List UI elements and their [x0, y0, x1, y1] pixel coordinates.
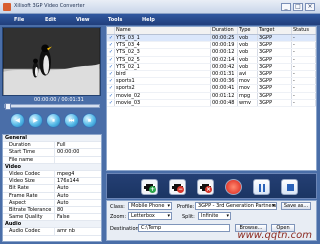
video-preview	[2, 27, 101, 96]
file-row[interactable]: ✓ YTS_02_5 00:02:14 vob 3GPP -	[107, 56, 316, 64]
application-window: Xilisoft 3GP Video Converter _ □ × File …	[0, 0, 320, 244]
stop-button[interactable]: ⏹	[82, 113, 97, 128]
menu-bar: File Edit View Tools Help	[0, 14, 320, 25]
checkbox-icon[interactable]: ✓	[107, 49, 115, 56]
menu-help[interactable]: Help	[142, 17, 155, 23]
split-label: Split:	[182, 214, 195, 220]
menu-file[interactable]: File	[14, 17, 24, 23]
property-row[interactable]: Start Time 00:00:00	[3, 149, 101, 157]
menu-edit[interactable]: Edit	[45, 17, 56, 23]
title-bar: Xilisoft 3GP Video Converter _ □ ×	[0, 0, 320, 14]
checkbox-icon[interactable]: ✓	[107, 70, 115, 78]
property-row[interactable]: Duration Full	[3, 142, 101, 150]
class-select[interactable]: Mobile Phone	[128, 202, 172, 210]
maximize-button[interactable]: □	[293, 3, 303, 11]
seek-slider-thumb[interactable]	[5, 103, 11, 110]
property-row[interactable]: Video Size 176x144	[3, 178, 101, 186]
property-row[interactable]: File name	[3, 156, 101, 164]
menu-view[interactable]: View	[76, 17, 90, 23]
conversion-toolbar: + − ×	[106, 173, 317, 199]
target-column[interactable]: Target	[258, 27, 292, 34]
file-row[interactable]: ✓ YTS_03_4 00:00:19 vob 3GPP -	[107, 42, 316, 50]
close-button[interactable]: ×	[305, 3, 315, 11]
previous-button[interactable]: ◀	[10, 113, 25, 128]
minimize-button[interactable]: _	[281, 3, 291, 11]
type-column[interactable]: Type	[238, 27, 258, 34]
seek-slider[interactable]	[4, 103, 100, 110]
add-icon: +	[149, 186, 156, 193]
property-row[interactable]: Aspect Auto	[3, 199, 101, 207]
split-select[interactable]: Infinite	[198, 212, 231, 220]
pause-conversion-button[interactable]	[253, 179, 270, 195]
app-icon	[3, 3, 11, 11]
property-row[interactable]: Audio Codec amr nb	[3, 228, 101, 236]
file-row[interactable]: ✓ YTS_02_1 00:00:42 vob 3GPP -	[107, 63, 316, 71]
clear-icon: ×	[205, 186, 212, 193]
site-watermark: www.qqtn.com	[237, 230, 312, 241]
play-button[interactable]: ▶	[28, 113, 43, 128]
duration-column[interactable]: Duration	[211, 27, 238, 34]
property-row[interactable]: Video Codec mpeg4	[3, 170, 101, 179]
penguins-image	[3, 28, 100, 95]
file-list-header: Name Duration Type Target Status	[107, 27, 316, 35]
property-row[interactable]: Bitrate Tolerance 80	[3, 206, 101, 215]
save-as-button[interactable]: Save as...	[281, 202, 311, 210]
remove-icon: −	[177, 186, 184, 193]
file-row[interactable]: ✓ movie_02 00:01:12 mpg 3GPP -	[107, 92, 316, 100]
property-row[interactable]: Bit Rate Auto	[3, 185, 101, 193]
file-row[interactable]: ✓ sports1 00:00:36 mov 3GPP -	[107, 78, 316, 86]
audio-section[interactable]: Audio	[3, 221, 101, 229]
destination-label: Destination:	[110, 226, 141, 232]
next-button[interactable]: ⏭	[64, 113, 79, 128]
playback-time: 00:00:00 / 00:01:31	[34, 97, 84, 103]
general-section[interactable]: General	[3, 135, 101, 143]
checkbox-icon[interactable]: ✓	[107, 99, 115, 106]
checkbox-icon[interactable]: ✓	[107, 63, 115, 70]
add-file-button[interactable]: +	[141, 179, 158, 195]
checkbox-icon[interactable]: ✓	[107, 42, 115, 49]
remove-file-button[interactable]: −	[169, 179, 186, 195]
video-section[interactable]: Video	[3, 163, 101, 171]
clear-list-button[interactable]: ×	[197, 179, 214, 195]
checkbox-icon[interactable]: ✓	[107, 35, 115, 42]
file-row[interactable]: ✓ YTS_03_1 00:00:25 vob 3GPP -	[107, 35, 316, 43]
file-row[interactable]: ✓ bird 00:01:31 avi 3GPP -	[107, 70, 316, 79]
stop-conversion-button[interactable]	[281, 179, 298, 195]
file-list: Name Duration Type Target Status ✓ YTS_03…	[106, 26, 317, 171]
class-label: Class:	[110, 204, 125, 210]
file-row[interactable]: ✓ YTS_02_3 00:00:12 vob 3GPP -	[107, 49, 316, 57]
profile-label: Profile:	[177, 204, 195, 210]
property-row[interactable]: Frame Rate Auto	[3, 192, 101, 200]
checkbox-icon[interactable]: ✓	[107, 85, 115, 92]
status-column[interactable]: Status	[292, 27, 316, 34]
checkbox-column[interactable]	[107, 27, 115, 34]
checkbox-icon[interactable]: ✓	[107, 92, 115, 99]
file-row[interactable]: ✓ movie_03 00:00:48 wmv 3GPP -	[107, 99, 316, 107]
menu-tools[interactable]: Tools	[108, 17, 122, 23]
convert-button[interactable]	[225, 179, 242, 195]
pause-button[interactable]: ⏸	[46, 113, 61, 128]
name-column[interactable]: Name	[115, 27, 211, 34]
property-row[interactable]: Same Quality False	[3, 214, 101, 222]
destination-field[interactable]: C:\Temp	[138, 224, 230, 232]
zoom-label: Zoom:	[110, 214, 127, 220]
profile-select[interactable]: 3GPP - 3rd Generation Partnership Projec…	[195, 202, 277, 210]
file-row[interactable]: ✓ sports2 00:00:41 mov 3GPP -	[107, 85, 316, 93]
zoom-select[interactable]: Letterbox	[128, 212, 172, 220]
window-title: Xilisoft 3GP Video Converter	[14, 3, 85, 9]
checkbox-icon[interactable]: ✓	[107, 56, 115, 63]
properties-panel: General Duration Full Start Time 00:00:00 …	[2, 134, 102, 242]
checkbox-icon[interactable]: ✓	[107, 78, 115, 85]
